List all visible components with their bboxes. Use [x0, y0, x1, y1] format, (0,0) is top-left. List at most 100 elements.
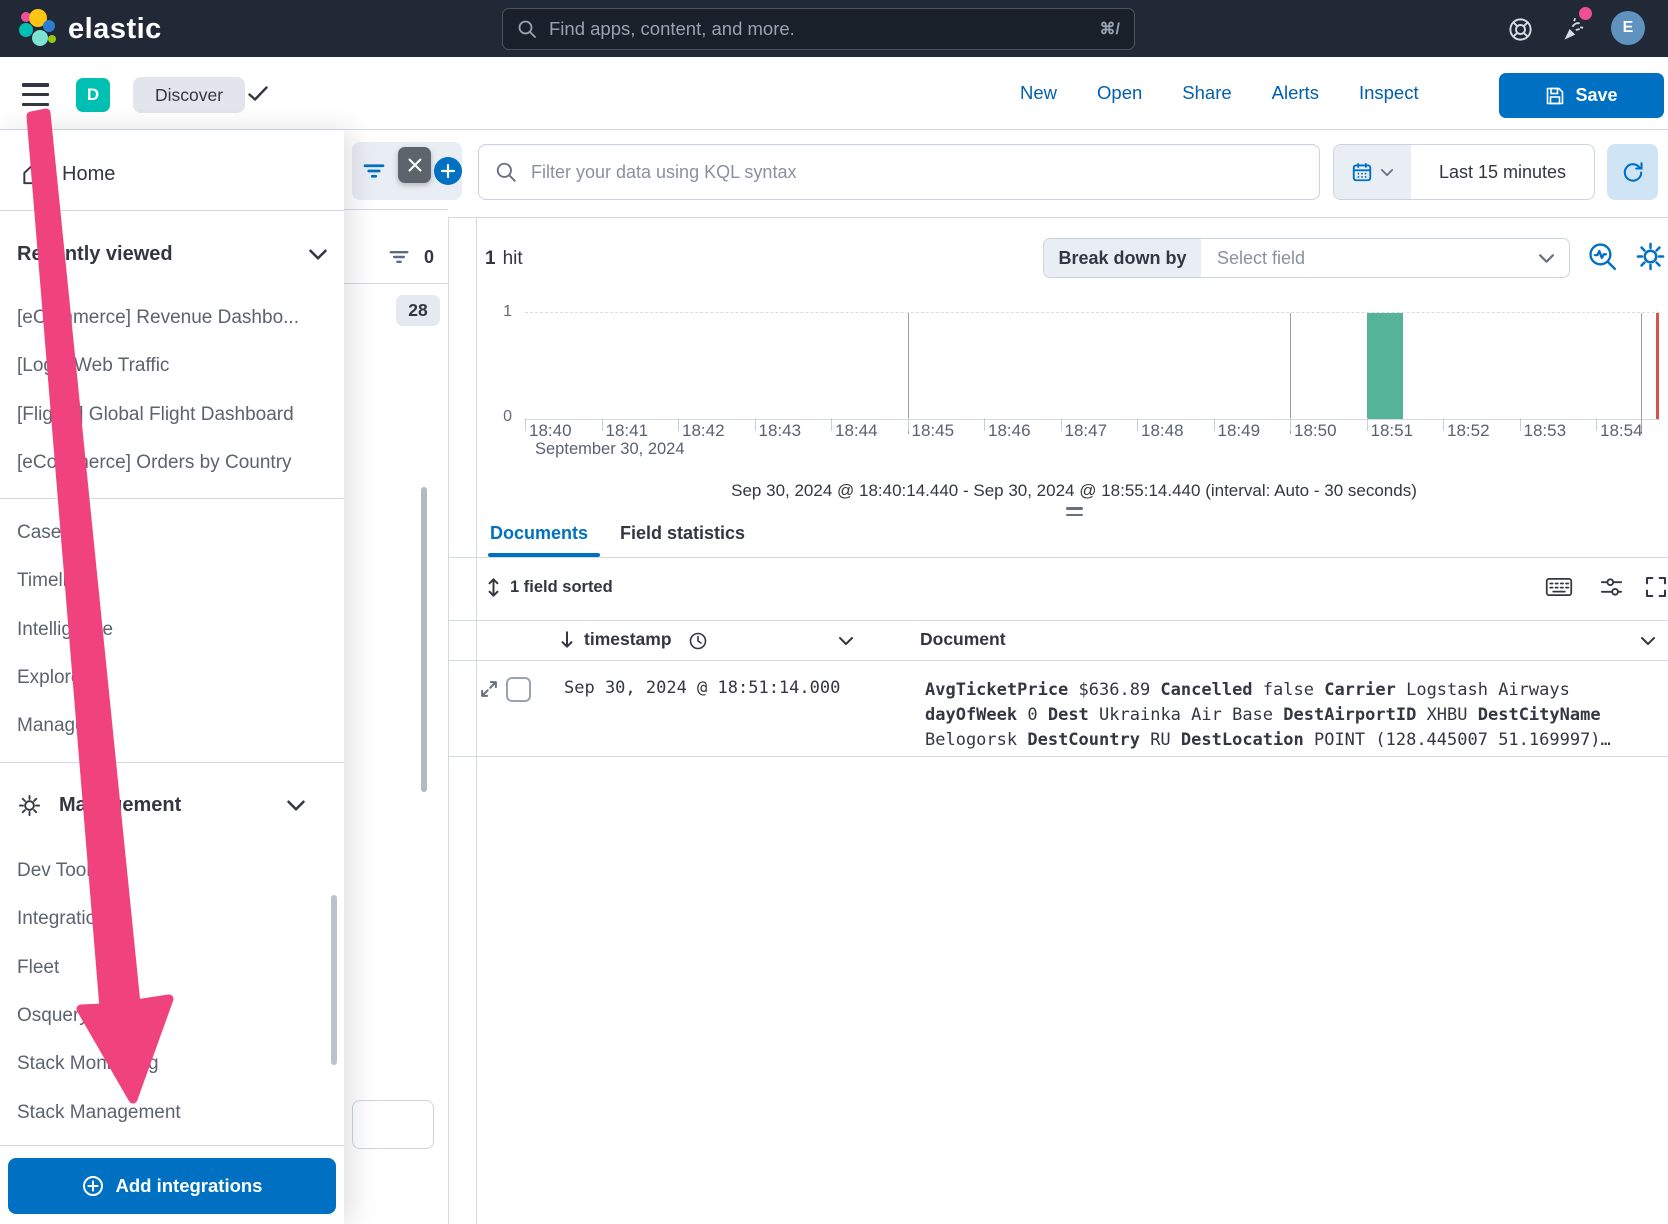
x-tick-label: 18:52: [1447, 421, 1490, 441]
domain-end-line: [1641, 313, 1642, 434]
breakdown-select[interactable]: Select field: [1201, 248, 1538, 269]
global-header: elastic ⌘/ E: [0, 0, 1668, 57]
sidebar-scrollbar[interactable]: [331, 895, 337, 1065]
x-tick-mark: [1596, 418, 1597, 431]
help-button[interactable]: [1505, 14, 1535, 44]
hits-number: 1: [485, 248, 496, 269]
elastic-logo[interactable]: elastic: [14, 8, 162, 50]
breadcrumb-label: Discover: [155, 85, 223, 106]
x-tick-mark: [1520, 418, 1521, 431]
recent-item-flights-global-flight-dashboard[interactable]: [Flights] Global Flight Dashboard: [17, 391, 299, 439]
management-header[interactable]: Management: [0, 782, 361, 828]
sidebar-item-intelligence[interactable]: Intelligence: [17, 606, 113, 654]
sorted-fields-button[interactable]: 1 field sorted: [510, 578, 613, 597]
fullscreen-icon[interactable]: [1644, 575, 1668, 599]
toolbar-link-share[interactable]: Share: [1182, 82, 1231, 104]
gear-icon: [17, 793, 42, 818]
column-header-document[interactable]: Document: [920, 629, 1006, 650]
field-type-filter[interactable]: 0: [388, 246, 434, 268]
x-axis: 18:4018:4118:4218:4318:4418:4518:4618:47…: [525, 418, 1668, 440]
save-button[interactable]: Save: [1499, 73, 1664, 118]
sidebar-item-stack-monitoring[interactable]: Stack Monitoring: [17, 1040, 181, 1088]
notification-dot: [1579, 7, 1592, 20]
hits-label: hit: [503, 248, 523, 269]
display-settings-icon[interactable]: [1599, 575, 1624, 599]
security-nav-list: CasesTimelinesIntelligenceExploreManage: [17, 509, 113, 750]
add-integrations-button[interactable]: Add integrations: [8, 1158, 336, 1214]
x-tick-mark: [525, 418, 526, 431]
kql-input[interactable]: [529, 161, 1303, 184]
toolbar-link-new[interactable]: New: [1020, 82, 1057, 104]
sidebar-item-integrations[interactable]: Integrations: [17, 895, 181, 943]
sidebar-item-explore[interactable]: Explore: [17, 654, 113, 702]
menu-toggle-button[interactable]: [22, 83, 49, 106]
sidebar-item-fleet[interactable]: Fleet: [17, 944, 181, 992]
global-search-input[interactable]: [547, 17, 1090, 41]
chevron-down-icon[interactable]: [1640, 636, 1656, 646]
kql-query-bar[interactable]: [478, 144, 1320, 200]
logo-wordmark: elastic: [68, 13, 162, 46]
fields-panel-scrollbar[interactable]: [421, 487, 427, 792]
sidebar-item-timelines[interactable]: Timelines: [17, 557, 113, 605]
chart-gridline: [1290, 313, 1291, 434]
x-tick-mark: [755, 418, 756, 431]
avatar[interactable]: E: [1611, 11, 1645, 45]
sidebar-item-manage[interactable]: Manage: [17, 702, 113, 750]
sidebar-item-osquery[interactable]: Osquery: [17, 992, 181, 1040]
chart-settings-gear-icon[interactable]: [1634, 240, 1667, 273]
x-tick-label: 18:54: [1600, 421, 1643, 441]
x-tick-mark: [1214, 418, 1215, 431]
recent-item-ecommerce-orders-by-country[interactable]: [eCommerce] Orders by Country: [17, 439, 299, 487]
tab-field-statistics[interactable]: Field statistics: [620, 523, 745, 544]
x-tick-mark: [984, 418, 985, 431]
recently-viewed-title: Recently viewed: [17, 243, 173, 266]
close-flyout-button[interactable]: [398, 147, 431, 183]
column-header-timestamp[interactable]: timestamp: [584, 629, 672, 650]
x-tick-mark: [1137, 418, 1138, 431]
add-filter-button[interactable]: [434, 157, 462, 185]
time-range-button[interactable]: Last 15 minutes: [1411, 145, 1594, 199]
navigation-flyout: Home Recently viewed [eCommerce] Revenue…: [0, 130, 344, 1224]
sidebar-item-home[interactable]: Home: [0, 146, 364, 202]
recent-item-ecommerce-revenue-dashbo[interactable]: [eCommerce] Revenue Dashbo...: [17, 294, 299, 342]
breadcrumb[interactable]: Discover: [133, 77, 245, 113]
sidebar-item-stack-management[interactable]: Stack Management: [17, 1088, 181, 1136]
x-tick-mark: [908, 418, 909, 431]
calendar-icon: [1351, 161, 1373, 183]
sidebar-item-cases[interactable]: Cases: [17, 509, 113, 557]
explore-in-lens-icon[interactable]: [1586, 240, 1619, 273]
pagination-control[interactable]: [352, 1100, 434, 1149]
refresh-button[interactable]: [1607, 144, 1658, 200]
app-badge[interactable]: D: [76, 78, 110, 112]
recent-item-logs-web-traffic[interactable]: [Logs] Web Traffic: [17, 342, 299, 390]
x-tick-label: 18:41: [606, 421, 649, 441]
chevron-down-icon[interactable]: [838, 636, 854, 646]
date-picker-button[interactable]: [1334, 145, 1411, 199]
toolbar-link-inspect[interactable]: Inspect: [1359, 82, 1419, 104]
histogram-plot[interactable]: [525, 312, 1660, 420]
toolbar-link-open[interactable]: Open: [1097, 82, 1142, 104]
tab-documents[interactable]: Documents: [490, 523, 588, 544]
chevron-down-icon: [308, 248, 328, 261]
toolbar-link-alerts[interactable]: Alerts: [1272, 82, 1319, 104]
global-search[interactable]: ⌘/: [502, 8, 1135, 50]
home-icon: [20, 161, 46, 187]
x-tick-label: 18:42: [682, 421, 725, 441]
row-checkbox[interactable]: [506, 677, 531, 702]
x-tick-mark: [602, 418, 603, 431]
search-shortcut: ⌘/: [1100, 19, 1120, 39]
sort-fields-icon[interactable]: [484, 577, 503, 598]
expand-row-icon[interactable]: [479, 679, 499, 699]
histogram-bar[interactable]: [1367, 313, 1403, 419]
sidebar-item-dev-tools[interactable]: Dev Tools: [17, 847, 181, 895]
x-tick-label: 18:50: [1294, 421, 1337, 441]
x-tick-mark: [1443, 418, 1444, 431]
keyboard-icon[interactable]: [1545, 575, 1573, 599]
chevron-down-icon: [286, 799, 306, 812]
recently-viewed-header[interactable]: Recently viewed: [0, 231, 361, 277]
filter-icon[interactable]: [362, 159, 386, 183]
x-tick-label: 18:47: [1065, 421, 1108, 441]
toolbar-links: New Open Share Alerts Inspect: [1020, 57, 1419, 129]
chart-resize-handle[interactable]: [1066, 507, 1083, 516]
time-range-label: Last 15 minutes: [1439, 162, 1566, 183]
